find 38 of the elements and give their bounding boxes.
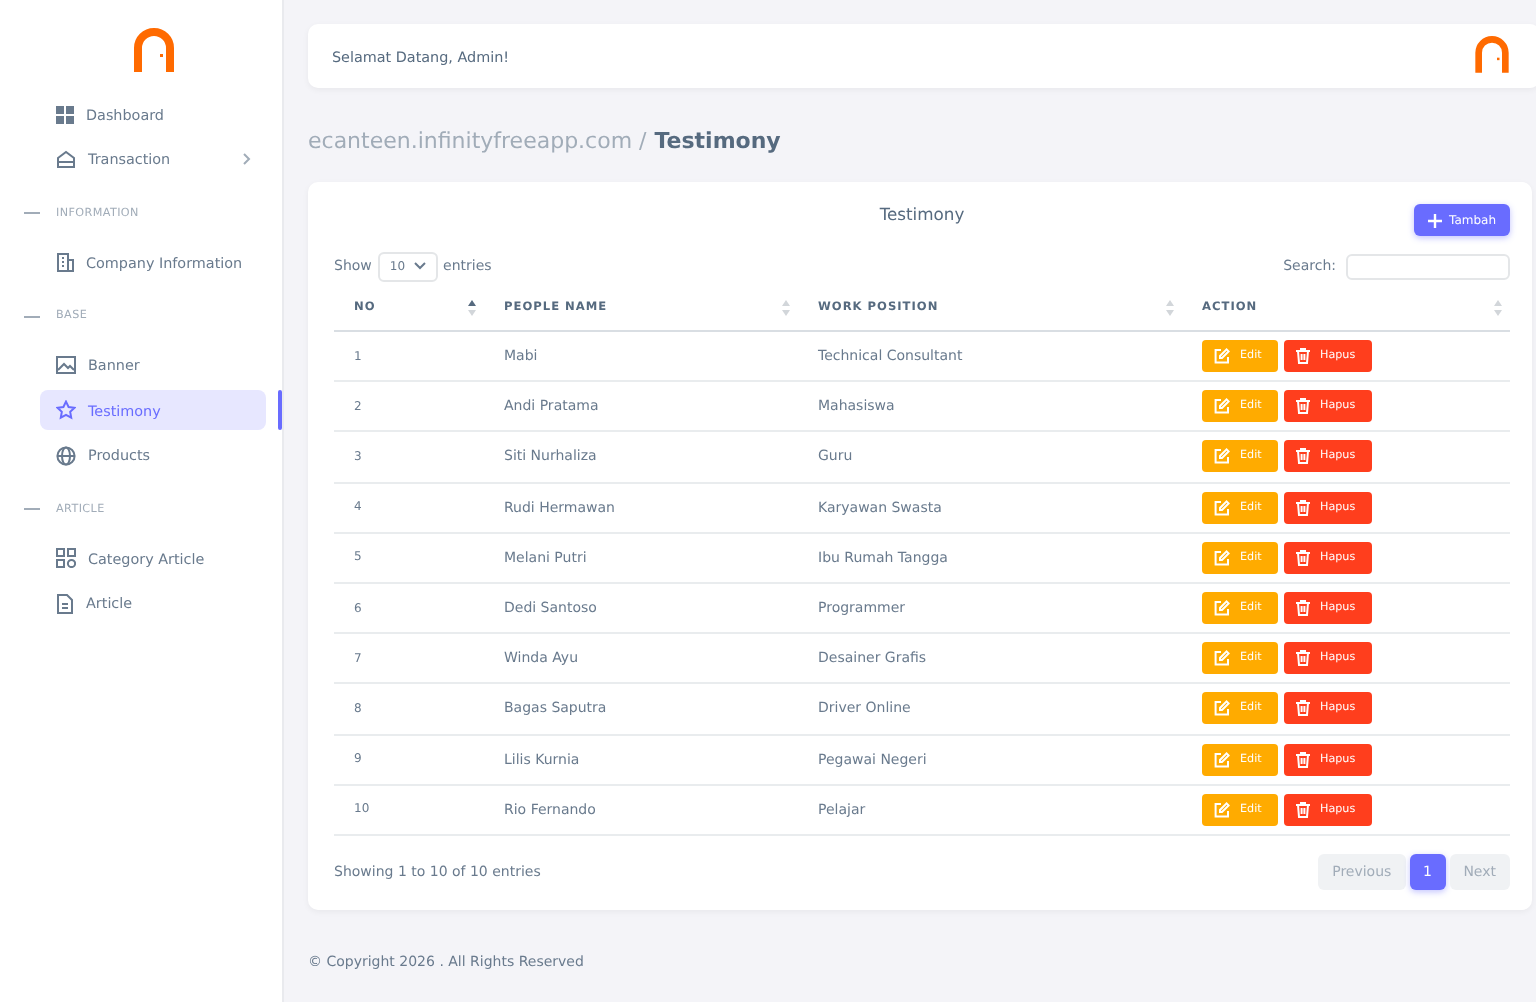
trash-icon [1296,650,1310,667]
image-icon [56,356,76,375]
sort-icon[interactable] [468,300,476,316]
breadcrumb-link[interactable]: ecanteen.infinityfreeapp.com / [308,128,647,156]
edit-icon [1214,801,1230,818]
caret-icon [413,262,426,270]
trash-icon [1296,549,1310,566]
edit-icon [1214,398,1230,415]
star-icon [56,400,76,421]
card-title: Testimony [879,202,965,224]
edit-icon [1214,348,1230,365]
edit-icon [1214,650,1230,667]
page-title: Testimony [654,128,781,156]
edit-icon [1214,600,1230,617]
edit-icon [1214,549,1230,566]
active-indicator [278,390,282,431]
home-icon [56,150,76,169]
trash-icon [1296,751,1310,768]
category-icon [56,548,76,569]
edit-icon [1214,700,1230,717]
trash-icon [1296,600,1310,617]
search-field[interactable] [1346,253,1510,279]
trash-icon [1296,700,1310,717]
trash-icon [1296,398,1310,415]
trash-icon [1296,499,1310,516]
logo-icon [1472,36,1512,76]
trash-icon [1296,801,1310,818]
globe-icon [56,445,76,466]
trash-icon [1296,348,1310,365]
plus-icon [1427,213,1442,227]
edit-icon [1214,448,1230,465]
edit-icon [1214,499,1230,516]
trash-icon [1296,448,1310,465]
grid-icon [56,105,74,124]
logo-icon [129,28,177,76]
document-icon [56,593,74,614]
building-icon [56,252,74,273]
edit-icon [1214,751,1230,768]
